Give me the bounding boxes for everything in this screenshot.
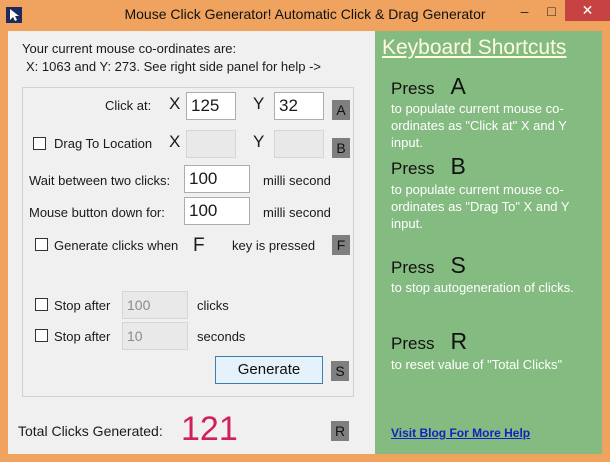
button-down-unit: milli second [263,205,331,220]
close-button[interactable]: ✕ [565,0,610,21]
stop-after-clicks-label: Stop after [54,298,111,313]
shortcut-s-heading: Press S [391,252,466,279]
click-at-y-input[interactable]: 32 [274,92,324,120]
stop-after-seconds-unit: seconds [197,329,246,344]
wait-label: Wait between two clicks: [29,173,171,188]
drag-to-x-label: X [169,132,181,151]
shortcut-key-s-badge: S [331,361,349,381]
stop-after-clicks-checkbox[interactable] [35,298,48,311]
shortcut-b-desc: to populate current mouse co-ordinates a… [391,182,570,231]
coordinates-line-1: Your current mouse co-ordinates are: [22,41,237,56]
press-label: Press [391,159,435,178]
shortcut-key-r-badge: R [331,421,349,441]
client-area: Your current mouse co-ordinates are: X: … [8,31,602,454]
shortcut-r-heading: Press R [391,328,467,355]
stop-after-seconds-checkbox[interactable] [35,329,48,342]
click-at-label: Click at: [105,98,152,113]
stop-after-seconds-label: Stop after [54,329,111,344]
settings-group: Click at: X 125 Y 32 A Drag To Location … [22,87,354,397]
click-at-x-input[interactable]: 125 [186,92,236,120]
drag-to-y-input[interactable] [274,130,324,158]
shortcut-a-heading: Press A [391,73,466,100]
button-down-input[interactable]: 100 [184,197,250,225]
stop-after-clicks-unit: clicks [197,298,229,313]
generate-when-suffix: key is pressed [232,238,316,253]
title-bar[interactable]: Mouse Click Generator! Automatic Click &… [0,0,610,30]
shortcut-a-desc: to populate current mouse co-ordinates a… [391,101,567,150]
total-clicks-label: Total Clicks Generated: [18,423,163,439]
coordinates-line-2: X: 1063 and Y: 273. See right side panel… [26,59,322,74]
generate-when-checkbox[interactable] [35,238,48,251]
stop-after-seconds-input[interactable]: 10 [122,322,188,350]
shortcut-key-f-badge: F [332,235,350,255]
shortcut-a-key: A [450,73,466,99]
shortcut-r-desc: to reset value of "Total Clicks" [391,357,563,372]
stop-after-clicks-input[interactable]: 100 [122,291,188,319]
press-label: Press [391,258,435,277]
shortcut-s-desc: to stop autogeneration of clicks. [391,280,574,295]
minimize-button[interactable]: – [511,0,538,21]
generate-key-char: F [193,235,205,256]
drag-to-x-input[interactable] [186,130,236,158]
shortcut-s-key: S [450,252,466,278]
wait-unit: milli second [263,173,331,188]
drag-to-checkbox[interactable] [33,137,46,150]
shortcut-r-key: R [450,328,468,354]
blog-link[interactable]: Visit Blog For More Help [391,426,530,440]
press-label: Press [391,334,435,353]
shortcuts-title: Keyboard Shortcuts [382,36,567,59]
shortcut-key-a-badge: A [332,100,350,120]
main-panel: Your current mouse co-ordinates are: X: … [8,31,372,454]
coordinates-info: Your current mouse co-ordinates are: X: … [22,40,321,76]
press-label: Press [391,79,435,98]
shortcut-key-b-badge: B [332,138,350,158]
click-at-y-label: Y [253,94,265,113]
shortcut-b-heading: Press B [391,153,466,180]
shortcut-b-key: B [450,153,466,179]
drag-to-y-label: Y [253,132,265,151]
app-window: Mouse Click Generator! Automatic Click &… [0,0,610,462]
total-clicks-value: 121 [181,410,238,448]
wait-input[interactable]: 100 [184,165,250,193]
maximize-button[interactable]: □ [538,0,565,21]
click-at-x-label: X [169,94,181,113]
shortcuts-panel: Keyboard Shortcuts Press A to populate cu… [375,31,602,454]
generate-button[interactable]: Generate [215,356,323,384]
drag-to-label: Drag To Location [54,136,153,151]
generate-when-label: Generate clicks when [54,238,179,253]
button-down-label: Mouse button down for: [29,205,165,220]
